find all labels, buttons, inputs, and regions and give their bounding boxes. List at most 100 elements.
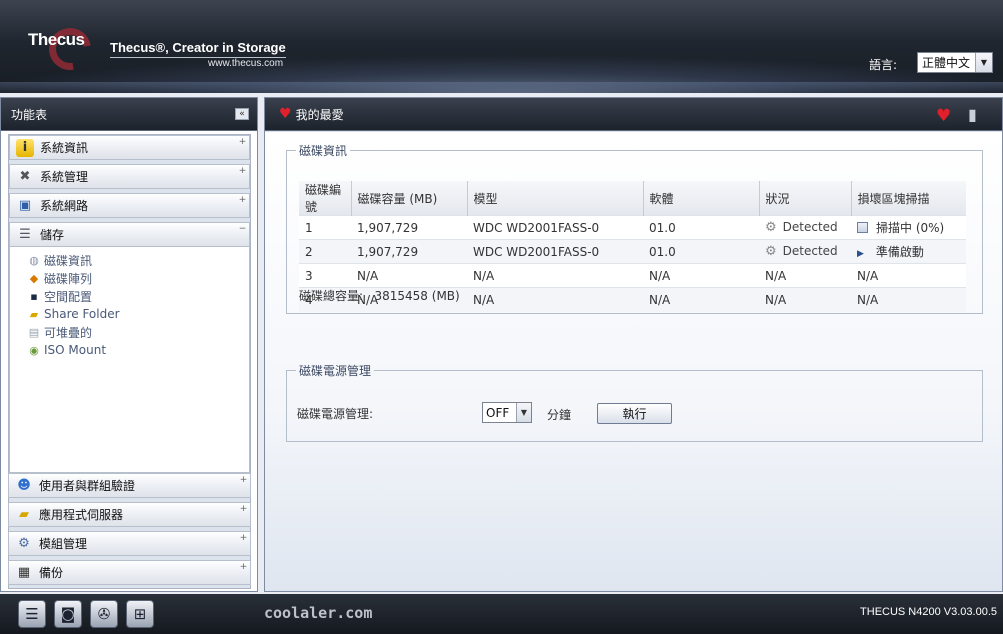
app-header: Thecus Thecus®, Creator in Storage www.t… — [0, 0, 1003, 93]
expand-plus-icon[interactable]: + — [238, 138, 247, 147]
cell-capacity: 1,907,729 — [351, 239, 467, 264]
content-panel-header: ♥ 我的最愛 ♥ ▮ — [265, 98, 1002, 131]
column-header-model: 模型 — [467, 181, 644, 216]
language-select[interactable]: 正體中文 ▼ — [917, 52, 993, 73]
column-header-capacity: 磁碟容量 (MB) — [351, 181, 468, 216]
submenu-item-label: Share Folder — [44, 307, 120, 321]
disk-info-section: 磁碟資訊 磁碟編號 磁碟容量 (MB) 模型 軟體 狀況 損壞區塊掃描 1 1,… — [286, 142, 983, 314]
submenu-item-space-allocation[interactable]: ▪ 空間配置 — [10, 287, 249, 305]
content-area: 磁碟資訊 磁碟編號 磁碟容量 (MB) 模型 軟體 狀況 損壞區塊掃描 1 1,… — [265, 132, 1002, 591]
submenu-item-share-folder[interactable]: ▰ Share Folder — [10, 305, 249, 323]
cell-firmware: N/A — [643, 287, 759, 312]
submenu-item-label: 磁碟陣列 — [44, 271, 93, 286]
cell-scan: N/A — [851, 263, 966, 288]
submenu-item-disk-info[interactable]: ◍ 磁碟資訊 — [10, 251, 249, 269]
column-header-bad-block-scan: 損壞區塊掃描 — [851, 181, 966, 216]
cell-status: N/A — [759, 287, 851, 312]
menu-item-storage[interactable]: ☰ 儲存 − — [9, 222, 250, 247]
module-gear-icon: ⚙ — [18, 536, 30, 551]
disk-icon: ◍ — [29, 253, 39, 267]
gear-icon[interactable]: ⚙ — [765, 244, 777, 259]
cell-status: ⚙ Detected — [759, 215, 851, 240]
version-label: THECUS N4200 V3.03.00.5 — [860, 606, 997, 618]
fan-icon[interactable]: ✇ — [90, 600, 118, 628]
tagline: Thecus®, Creator in Storage — [110, 40, 286, 55]
space-icon: ▪ — [30, 289, 38, 303]
scan-checkbox[interactable] — [857, 222, 868, 233]
menu-item-label: 系統網路 — [40, 199, 89, 213]
disk-power-section: 磁碟電源管理 磁碟電源管理: OFF ▼ 分鐘 執行 — [286, 362, 983, 442]
heart-icon: ♥ — [279, 106, 292, 122]
expand-plus-icon[interactable]: + — [238, 167, 247, 176]
watermark: coolaler.com — [264, 604, 373, 622]
language-label: 語言: — [869, 58, 898, 72]
status-text: Detected — [782, 244, 838, 258]
storage-submenu: ◍ 磁碟資訊 ◆ 磁碟陣列 ▪ 空間配置 ▰ Share Folder ▤ 可堆… — [9, 247, 250, 473]
table-row[interactable]: 2 1,907,729 WDC WD2001FASS-0 01.0 ⚙ Detec… — [299, 239, 966, 264]
network-icon: ▣ — [18, 198, 32, 213]
status-text: Detected — [782, 220, 838, 234]
gear-icon[interactable]: ⚙ — [765, 220, 777, 235]
cell-model: N/A — [467, 287, 643, 312]
menu-item-system-network[interactable]: ▣ 系統網路 + — [9, 193, 250, 218]
storage-icon: ☰ — [19, 227, 31, 242]
content-panel-title: 我的最愛 — [295, 107, 344, 122]
iso-icon: ◉ — [29, 343, 39, 357]
menu-item-backup[interactable]: ▦ 備份 + — [8, 560, 251, 585]
language-value: 正體中文 — [922, 56, 971, 70]
collapse-minus-icon[interactable]: − — [238, 225, 247, 234]
submenu-item-label: 磁碟資訊 — [44, 253, 93, 268]
tools-icon: ✖ — [19, 169, 31, 184]
content-panel: ♥ 我的最愛 ♥ ▮ 磁碟資訊 磁碟編號 磁碟容量 (MB) 模型 軟體 狀況 … — [264, 97, 1003, 592]
menu-item-label: 備份 — [39, 566, 64, 580]
menu-item-label: 系統管理 — [40, 170, 89, 184]
menu-item-label: 應用程式伺服器 — [39, 508, 124, 522]
menu-panel-header: 功能表 « — [1, 98, 257, 131]
scan-text: 掃描中 (0%) — [876, 221, 945, 235]
cell-disk-no: 1 — [299, 215, 351, 240]
menu-item-system-info[interactable]: i 系統資訊 + — [9, 135, 250, 160]
raid-icon: ◆ — [29, 271, 39, 285]
menu-item-label: 模組管理 — [39, 537, 88, 551]
column-header-firmware: 軟體 — [643, 181, 760, 216]
cell-status: N/A — [759, 263, 851, 288]
disk-power-select[interactable]: OFF ▼ — [482, 402, 532, 423]
submenu-item-stackable[interactable]: ▤ 可堆疊的 — [10, 323, 249, 341]
disk-info-legend: 磁碟資訊 — [299, 144, 348, 158]
play-icon[interactable]: ▶ — [857, 249, 864, 259]
submenu-item-iso-mount[interactable]: ◉ ISO Mount — [10, 341, 249, 359]
server-icon[interactable]: ☰ — [18, 600, 46, 628]
logout-icon[interactable]: ▮ — [968, 105, 988, 125]
menu-item-label: 使用者與群組驗證 — [39, 479, 136, 493]
menu-panel: 功能表 « i 系統資訊 + ✖ 系統管理 + ▣ 系統網路 + ☰ 儲存 − … — [0, 97, 258, 592]
disk-drive-icon[interactable]: ◙ — [54, 600, 82, 628]
cell-capacity: N/A — [351, 263, 467, 288]
disk-power-value: OFF — [486, 405, 510, 420]
stack-icon: ▤ — [28, 325, 40, 339]
column-header-disk-no: 磁碟編號 — [299, 181, 352, 216]
table-row[interactable]: 3 N/A N/A N/A N/A N/A — [299, 263, 966, 288]
menu-item-users-groups[interactable]: ☻ 使用者與群組驗證 + — [8, 473, 251, 498]
expand-plus-icon[interactable]: + — [238, 196, 247, 205]
expand-plus-icon[interactable]: + — [239, 563, 248, 572]
cell-scan: ▶ 準備啟動 — [851, 239, 966, 264]
submenu-item-raid[interactable]: ◆ 磁碟陣列 — [10, 269, 249, 287]
chevron-down-icon[interactable]: ▼ — [516, 403, 531, 422]
network-tree-icon[interactable]: ⊞ — [126, 600, 154, 628]
remove-favorite-icon[interactable]: ♥ — [936, 106, 956, 126]
table-row[interactable]: 1 1,907,729 WDC WD2001FASS-0 01.0 ⚙ Detec… — [299, 215, 966, 240]
total-capacity-label: 磁碟總容量: — [299, 289, 364, 303]
menu-item-system-management[interactable]: ✖ 系統管理 + — [9, 164, 250, 189]
expand-plus-icon[interactable]: + — [239, 476, 248, 485]
menu-item-app-server[interactable]: ▰ 應用程式伺服器 + — [8, 502, 251, 527]
menu-item-label: 儲存 — [40, 228, 65, 242]
chevron-down-icon[interactable]: ▼ — [975, 53, 992, 72]
expand-plus-icon[interactable]: + — [239, 505, 248, 514]
cell-model: WDC WD2001FASS-0 — [467, 239, 643, 264]
submenu-item-label: 空間配置 — [44, 289, 93, 304]
scan-text: 準備啟動 — [875, 245, 924, 259]
expand-plus-icon[interactable]: + — [239, 534, 248, 543]
menu-item-module-management[interactable]: ⚙ 模組管理 + — [8, 531, 251, 556]
execute-button[interactable]: 執行 — [597, 403, 672, 424]
double-chevron-left-icon[interactable]: « — [235, 108, 249, 120]
